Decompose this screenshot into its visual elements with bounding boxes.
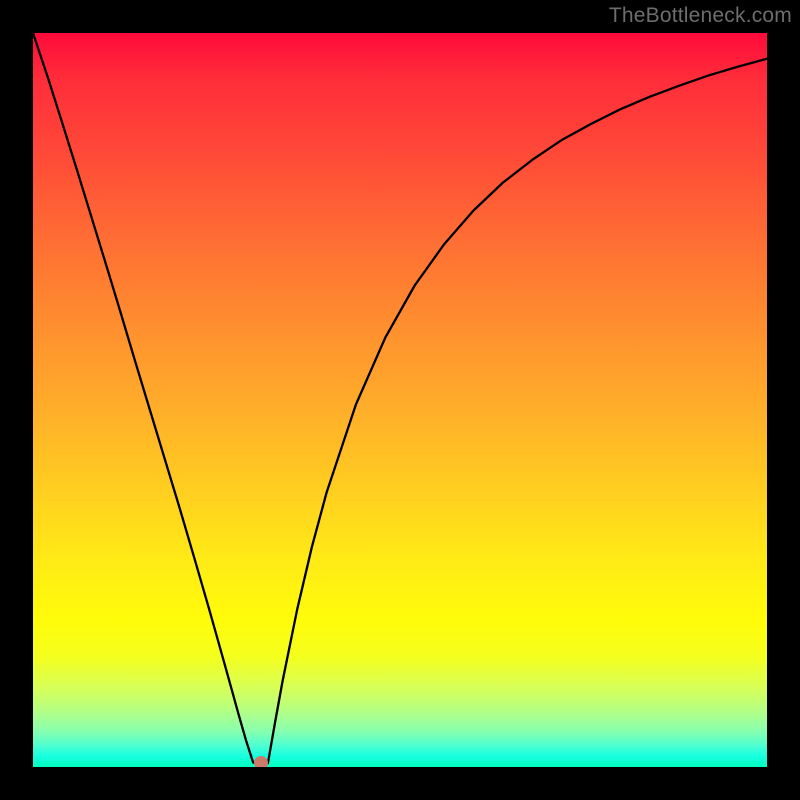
bottleneck-curve [33,33,767,767]
plot-area [33,33,767,767]
minimum-marker-dot [254,756,268,767]
watermark-text: TheBottleneck.com [609,4,792,28]
chart-frame: TheBottleneck.com [0,0,800,800]
